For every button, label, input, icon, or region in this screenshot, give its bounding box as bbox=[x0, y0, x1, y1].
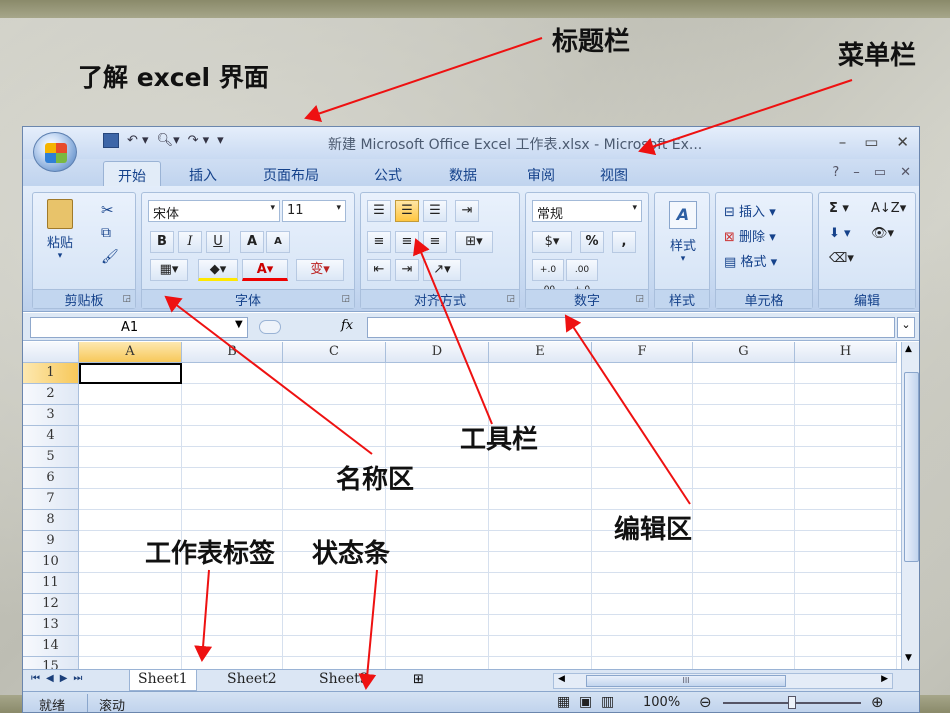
arrow-menubar bbox=[638, 79, 853, 156]
arrow-statusbar bbox=[358, 569, 378, 690]
arrow-namebox bbox=[164, 295, 373, 455]
callout-arrows bbox=[164, 37, 853, 690]
arrow-titlebar bbox=[304, 37, 543, 123]
arrow-editarea bbox=[564, 314, 691, 505]
arrow-toolbar bbox=[413, 238, 493, 425]
arrow-sheettabs bbox=[194, 569, 213, 662]
office-logo-icon bbox=[45, 143, 67, 163]
office-button[interactable] bbox=[33, 132, 77, 172]
